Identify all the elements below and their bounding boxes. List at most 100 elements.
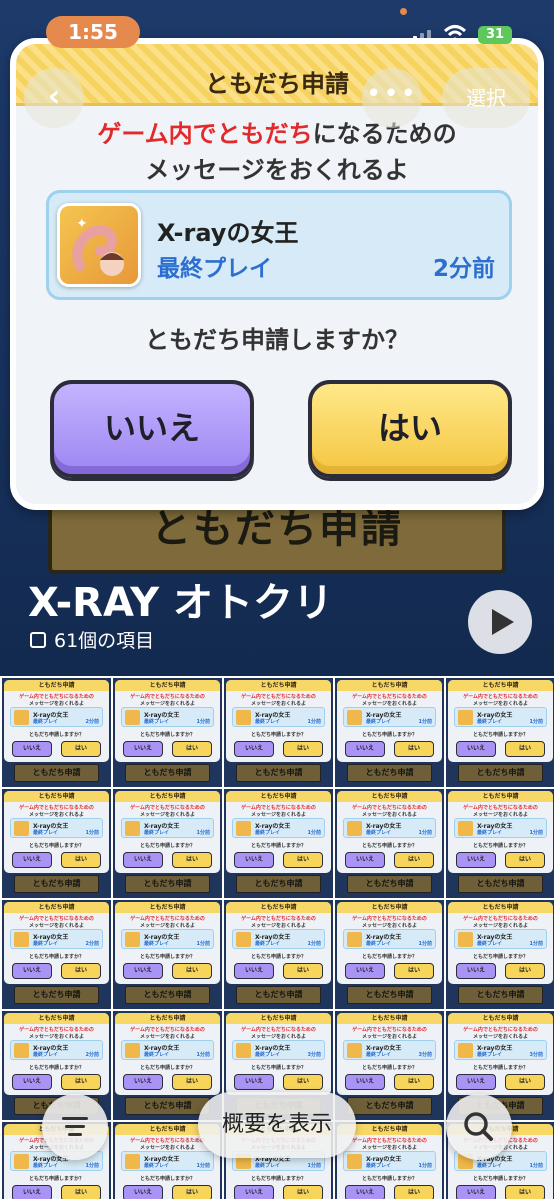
thumb-question: ともだち申請しますか？ [250,1065,306,1071]
back-button[interactable]: ‹ [24,68,84,128]
album-hero[interactable]: ともだち申請 ともだち申請 ゲーム内でともだちになるための メッセージをおくれる… [0,0,554,676]
thumb-banner: ともだち申請 [458,764,543,782]
thumb-message: ゲーム内でともだちになるための [241,805,316,811]
thumb-message-2: メッセージをおくれるよ [140,1034,195,1040]
thumb-time: 1分前 [196,830,210,836]
thumb-dialog: ともだち申請ゲーム内でともだちになるためのメッセージをおくれるよX-rayの女王… [226,902,331,984]
thumb-avatar [236,932,251,947]
thumb-title: ともだち申請 [226,791,331,802]
thumb-title: ともだち申請 [4,902,109,913]
thumb-no-button: いいえ [234,741,274,757]
album-title: X-RAY オトクリ [28,580,333,626]
thumb-time: 3分前 [307,1052,321,1058]
svg-text:✦: ✦ [76,216,88,232]
thumb-title: ともだち申請 [115,680,220,691]
thumb-message: ゲーム内でともだちになるための [352,916,427,922]
thumb-question: ともだち申請しますか？ [139,732,195,738]
photo-thumbnail[interactable]: ともだち申請ゲーム内でともだちになるためのメッセージをおくれるよX-rayの女王… [2,900,111,1009]
thumb-message-2: メッセージをおくれるよ [251,812,306,818]
thumb-card: X-rayの女王 最終プレイ 1分前 [343,707,436,727]
thumb-time: 1分前 [196,719,210,725]
photo-thumbnail[interactable]: ともだち申請ゲーム内でともだちになるためのメッセージをおくれるよX-rayの女王… [446,789,554,898]
thumb-card: X-rayの女王 最終プレイ 1分前 [10,818,103,838]
play-slideshow-button[interactable] [468,590,532,654]
thumb-avatar [458,821,473,836]
photo-thumbnail[interactable]: ともだち申請ゲーム内でともだちになるためのメッセージをおくれるよX-rayの女王… [446,900,554,1009]
thumb-message-2: メッセージをおくれるよ [473,701,528,707]
battery-indicator: 31 [478,26,512,44]
thumb-banner: ともだち申請 [347,875,432,893]
thumb-last-play: 最終プレイ [144,830,170,836]
thumb-time: 1分前 [418,941,432,947]
photo-thumbnail[interactable]: ともだち申請ゲーム内でともだちになるためのメッセージをおくれるよX-rayの女王… [446,678,554,787]
thumb-banner: ともだち申請 [347,764,432,782]
thumb-yes-button: はい [172,741,212,757]
thumb-avatar [347,821,362,836]
thumb-time: 1分前 [529,830,543,836]
search-button[interactable] [446,1094,512,1160]
player-name: X-rayの女王 [157,219,299,247]
thumb-last-play: 最終プレイ [477,941,503,947]
thumb-banner: ともだち申請 [236,764,321,782]
thumb-time: 2分前 [85,1052,99,1058]
thumb-card: X-rayの女王 最終プレイ 1分前 [454,707,547,727]
thumb-last-play: 最終プレイ [477,719,503,725]
thumb-message-2: メッセージをおくれるよ [362,923,417,929]
thumb-avatar [347,932,362,947]
thumb-time: 1分前 [418,830,432,836]
thumb-message-2: メッセージをおくれるよ [140,701,195,707]
show-summary-button[interactable]: 概要を表示 [198,1092,356,1158]
thumb-title: ともだち申請 [337,680,442,691]
thumb-no-button: いいえ [456,852,496,868]
thumb-time: 3分前 [529,1052,543,1058]
thumb-last-play: 最終プレイ [366,1052,392,1058]
search-icon [464,1112,493,1141]
photo-thumbnail[interactable]: ともだち申請ゲーム内でともだちになるためのメッセージをおくれるよX-rayの女王… [2,789,111,898]
thumb-title: ともだち申請 [115,902,220,913]
photo-thumbnail[interactable]: ともだち申請ゲーム内でともだちになるためのメッセージをおくれるよX-rayの女王… [335,789,444,898]
thumb-yes-button: はい [505,741,545,757]
no-button[interactable]: いいえ [50,380,254,478]
thumb-message-2: メッセージをおくれるよ [251,1034,306,1040]
thumb-question: ともだち申請しますか？ [28,954,84,960]
thumb-time: 1分前 [85,830,99,836]
yes-button[interactable]: はい [308,380,512,478]
thumb-last-play: 最終プレイ [366,830,392,836]
thumb-time: 2分前 [85,719,99,725]
thumb-no-button: いいえ [234,852,274,868]
photo-thumbnail[interactable]: ともだち申請ゲーム内でともだちになるためのメッセージをおくれるよX-rayの女王… [113,900,222,1009]
thumb-yes-button: はい [61,852,101,868]
thumb-question: ともだち申請しますか？ [28,732,84,738]
photo-thumbnail[interactable]: ともだち申請ゲーム内でともだちになるためのメッセージをおくれるよX-rayの女王… [224,900,333,1009]
thumb-time: 2分前 [85,941,99,947]
thumb-yes-button: はい [394,963,434,979]
thumb-avatar [14,821,29,836]
thumb-dialog: ともだち申請ゲーム内でともだちになるためのメッセージをおくれるよX-rayの女王… [448,791,553,873]
menu-button[interactable] [42,1094,108,1160]
thumb-card: X-rayの女王 最終プレイ 1分前 [121,818,214,838]
photo-thumbnail[interactable]: ともだち申請ゲーム内でともだちになるためのメッセージをおくれるよX-rayの女王… [224,789,333,898]
thumb-message: ゲーム内でともだちになるための [130,694,205,700]
thumb-no-button: いいえ [345,963,385,979]
thumb-message-2: メッセージをおくれるよ [362,1034,417,1040]
thumb-message-2: メッセージをおくれるよ [362,701,417,707]
photo-thumbnail[interactable]: ともだち申請ゲーム内でともだちになるためのメッセージをおくれるよX-rayの女王… [224,678,333,787]
thumb-yes-button: はい [61,963,101,979]
select-button[interactable]: 選択 [442,68,530,128]
more-button[interactable]: ••• [362,68,422,128]
photo-thumbnail[interactable]: ともだち申請ゲーム内でともだちになるためのメッセージをおくれるよX-rayの女王… [113,678,222,787]
photo-thumbnail[interactable]: ともだち申請ゲーム内でともだちになるためのメッセージをおくれるよX-rayの女王… [335,678,444,787]
photo-thumbnail[interactable]: ともだち申請ゲーム内でともだちになるためのメッセージをおくれるよX-rayの女王… [335,900,444,1009]
ellipsis-icon: ••• [365,79,418,109]
thumb-avatar [125,1043,140,1058]
thumb-time: 1分前 [307,719,321,725]
thumb-dialog: ともだち申請ゲーム内でともだちになるためのメッセージをおくれるよX-rayの女王… [337,791,442,873]
photo-thumbnail[interactable]: ともだち申請ゲーム内でともだちになるためのメッセージをおくれるよX-rayの女王… [113,789,222,898]
thumb-yes-button: はい [172,852,212,868]
thumb-no-button: いいえ [456,741,496,757]
thumb-title: ともだち申請 [448,1013,553,1024]
thumb-no-button: いいえ [12,963,52,979]
thumb-avatar [236,821,251,836]
thumb-question: ともだち申請しますか？ [472,954,528,960]
photo-thumbnail[interactable]: ともだち申請ゲーム内でともだちになるためのメッセージをおくれるよX-rayの女王… [2,678,111,787]
